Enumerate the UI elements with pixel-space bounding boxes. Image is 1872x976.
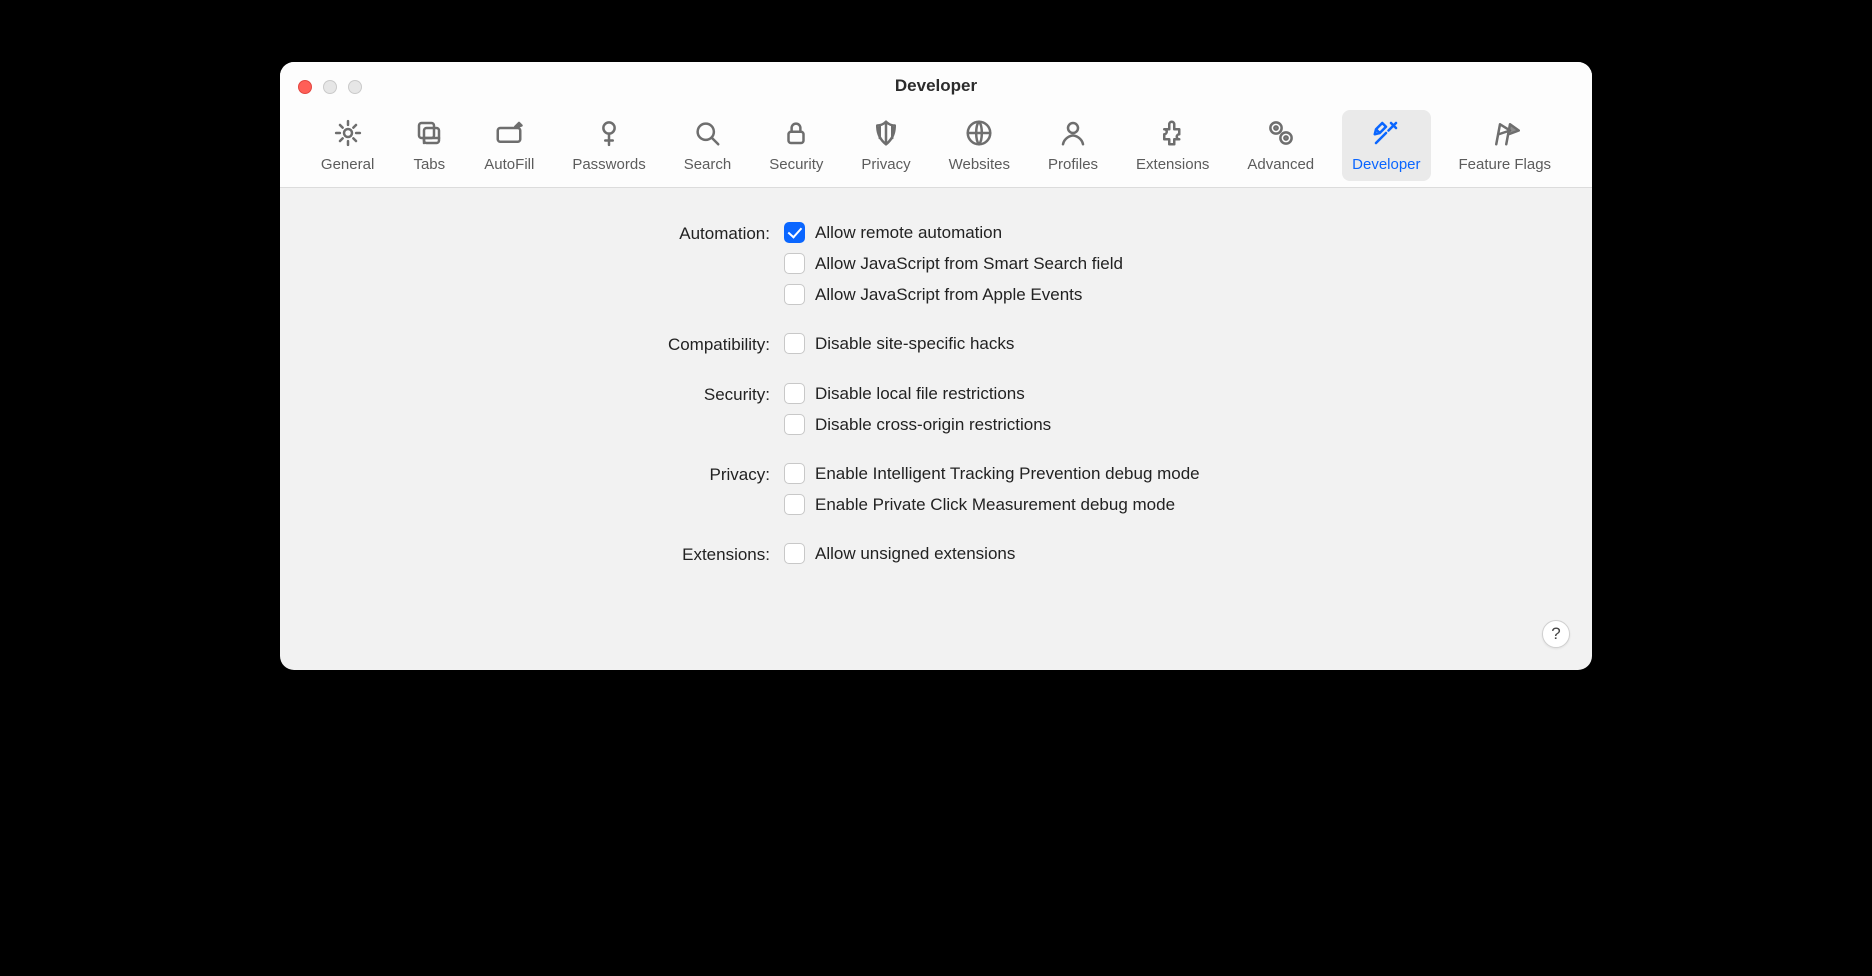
option-label: Disable local file restrictions	[815, 384, 1025, 404]
tab-search[interactable]: Search	[674, 110, 742, 181]
option-allow-unsigned-ext[interactable]: Allow unsigned extensions	[784, 543, 1552, 564]
tabs-icon	[412, 116, 446, 150]
checkbox-disable-site-hacks[interactable]	[784, 333, 805, 354]
tab-label: Privacy	[861, 156, 910, 173]
checkbox-itp-debug[interactable]	[784, 463, 805, 484]
tab-label: Advanced	[1247, 156, 1314, 173]
tab-featureflags[interactable]: Feature Flags	[1449, 110, 1562, 181]
option-label: Enable Intelligent Tracking Prevention d…	[815, 464, 1200, 484]
preferences-toolbar: General Tabs AutoFill Passwords Search Securi…	[280, 110, 1592, 181]
option-itp-debug[interactable]: Enable Intelligent Tracking Prevention d…	[784, 463, 1552, 484]
option-disable-cross-origin[interactable]: Disable cross-origin restrictions	[784, 414, 1552, 435]
tab-label: AutoFill	[484, 156, 534, 173]
section-options-extensions: Allow unsigned extensions	[784, 543, 1552, 565]
option-allow-remote-automation[interactable]: Allow remote automation	[784, 222, 1552, 243]
section-options-security: Disable local file restrictions Disable c…	[784, 383, 1552, 435]
tab-developer[interactable]: Developer	[1342, 110, 1430, 181]
tab-label: Websites	[949, 156, 1010, 173]
section-label-privacy: Privacy:	[320, 463, 770, 515]
section-label-compatibility: Compatibility:	[320, 333, 770, 355]
checkbox-allow-js-smart-search[interactable]	[784, 253, 805, 274]
tab-tabs[interactable]: Tabs	[402, 110, 456, 181]
featureflags-icon	[1488, 116, 1522, 150]
section-label-automation: Automation:	[320, 222, 770, 305]
tab-privacy[interactable]: Privacy	[851, 110, 920, 181]
tab-label: Extensions	[1136, 156, 1209, 173]
tab-websites[interactable]: Websites	[939, 110, 1020, 181]
help-button[interactable]: ?	[1542, 620, 1570, 648]
option-label: Disable cross-origin restrictions	[815, 415, 1051, 435]
titlebar: Developer General Tabs AutoFill Passwords Se…	[280, 62, 1592, 188]
option-label: Allow unsigned extensions	[815, 544, 1015, 564]
tab-label: Feature Flags	[1459, 156, 1552, 173]
extensions-icon	[1156, 116, 1190, 150]
preferences-window: Developer General Tabs AutoFill Passwords Se…	[280, 62, 1592, 670]
option-label: Allow JavaScript from Apple Events	[815, 285, 1082, 305]
tab-label: Developer	[1352, 156, 1420, 173]
section-options-compatibility: Disable site-specific hacks	[784, 333, 1552, 355]
tab-label: Tabs	[413, 156, 445, 173]
window-title: Developer	[280, 76, 1592, 96]
checkbox-allow-js-apple-events[interactable]	[784, 284, 805, 305]
tab-general[interactable]: General	[311, 110, 384, 181]
tab-extensions[interactable]: Extensions	[1126, 110, 1219, 181]
section-label-security: Security:	[320, 383, 770, 435]
checkbox-disable-local-file[interactable]	[784, 383, 805, 404]
tab-advanced[interactable]: Advanced	[1237, 110, 1324, 181]
tab-label: Search	[684, 156, 732, 173]
option-label: Allow remote automation	[815, 223, 1002, 243]
option-pcm-debug[interactable]: Enable Private Click Measurement debug m…	[784, 494, 1552, 515]
tab-passwords[interactable]: Passwords	[562, 110, 655, 181]
websites-icon	[962, 116, 996, 150]
checkbox-pcm-debug[interactable]	[784, 494, 805, 515]
settings-form: Automation:Allow remote automationAllow …	[320, 222, 1552, 565]
option-label: Allow JavaScript from Smart Search field	[815, 254, 1123, 274]
tab-label: Profiles	[1048, 156, 1098, 173]
developer-icon	[1369, 116, 1403, 150]
tab-label: Passwords	[572, 156, 645, 173]
profiles-icon	[1056, 116, 1090, 150]
tab-autofill[interactable]: AutoFill	[474, 110, 544, 181]
security-icon	[779, 116, 813, 150]
section-options-automation: Allow remote automation Allow JavaScript …	[784, 222, 1552, 305]
tab-profiles[interactable]: Profiles	[1038, 110, 1108, 181]
option-label: Enable Private Click Measurement debug m…	[815, 495, 1175, 515]
section-options-privacy: Enable Intelligent Tracking Prevention d…	[784, 463, 1552, 515]
option-allow-js-smart-search[interactable]: Allow JavaScript from Smart Search field	[784, 253, 1552, 274]
option-disable-site-hacks[interactable]: Disable site-specific hacks	[784, 333, 1552, 354]
checkbox-allow-remote-automation[interactable]	[784, 222, 805, 243]
checkbox-allow-unsigned-ext[interactable]	[784, 543, 805, 564]
privacy-icon	[869, 116, 903, 150]
autofill-icon	[492, 116, 526, 150]
search-icon	[690, 116, 724, 150]
option-label: Disable site-specific hacks	[815, 334, 1014, 354]
content-area: Automation:Allow remote automationAllow …	[280, 188, 1592, 585]
tab-label: Security	[769, 156, 823, 173]
checkbox-disable-cross-origin[interactable]	[784, 414, 805, 435]
passwords-icon	[592, 116, 626, 150]
option-allow-js-apple-events[interactable]: Allow JavaScript from Apple Events	[784, 284, 1552, 305]
tab-label: General	[321, 156, 374, 173]
option-disable-local-file[interactable]: Disable local file restrictions	[784, 383, 1552, 404]
advanced-icon	[1264, 116, 1298, 150]
section-label-extensions: Extensions:	[320, 543, 770, 565]
tab-security[interactable]: Security	[759, 110, 833, 181]
general-icon	[331, 116, 365, 150]
